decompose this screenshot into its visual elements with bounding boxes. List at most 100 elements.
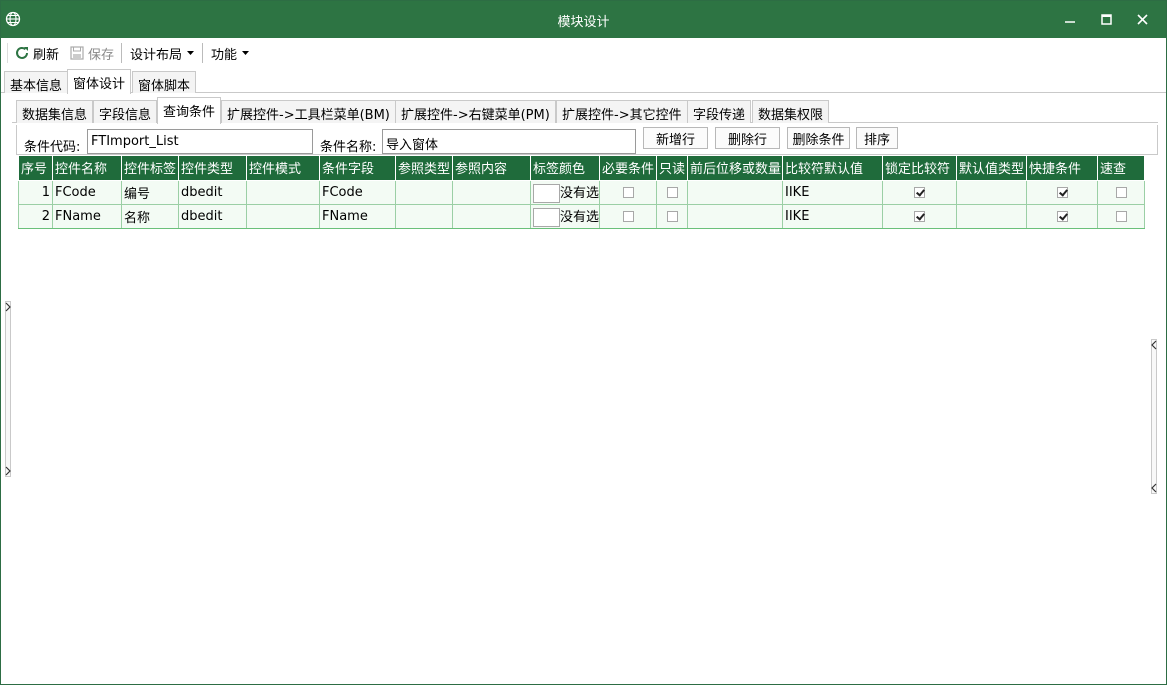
condition-name-input[interactable]: 导入窗体 — [382, 129, 636, 154]
add-row-button[interactable]: 新增行 — [643, 127, 708, 149]
column-header[interactable]: 必要条件 — [599, 156, 657, 181]
tab-dataset-info[interactable]: 数据集信息 — [16, 100, 94, 123]
table-row[interactable]: 1 FCode 编号 dbedit FCode 没有选 IIKE — [18, 179, 1145, 205]
cell-type[interactable]: dbedit — [178, 179, 247, 205]
lock-compare-checkbox[interactable] — [914, 210, 925, 222]
cell-fast[interactable] — [1097, 203, 1145, 229]
cell-compare-default[interactable]: IIKE — [782, 179, 883, 205]
delete-row-button[interactable]: 删除行 — [715, 127, 780, 149]
cell-ref-type[interactable] — [395, 179, 453, 205]
column-header[interactable]: 比较符默认值 — [782, 156, 883, 181]
chevron-right-icon — [5, 466, 11, 476]
delete-condition-button[interactable]: 删除条件 — [787, 127, 850, 149]
cell-mode[interactable] — [246, 203, 320, 229]
color-swatch[interactable] — [533, 183, 560, 203]
condition-name-label: 条件名称: — [320, 140, 377, 155]
column-header[interactable]: 快捷条件 — [1026, 156, 1098, 181]
column-header[interactable]: 前后位移或数量 — [687, 156, 783, 181]
column-header[interactable]: 速查 — [1097, 156, 1145, 181]
cell-name[interactable]: FName — [52, 203, 122, 229]
table-row[interactable]: 2 FName 名称 dbedit FName 没有选 IIKE — [18, 203, 1145, 229]
tab-basic-info[interactable]: 基本信息 — [4, 71, 69, 94]
column-header[interactable]: 只读 — [656, 156, 688, 181]
minimize-icon — [1065, 21, 1075, 23]
cell-label-color[interactable]: 没有选 — [530, 203, 600, 229]
cell-type[interactable]: dbedit — [178, 203, 247, 229]
color-swatch[interactable] — [533, 207, 560, 227]
chevron-left-icon — [1151, 483, 1157, 493]
column-header[interactable]: 序号 — [18, 156, 53, 181]
column-header[interactable]: 控件标签 — [121, 156, 179, 181]
quick-checkbox[interactable] — [1056, 186, 1068, 198]
tab-dataset-permission[interactable]: 数据集权限 — [752, 100, 830, 123]
tab-other-controls[interactable]: 扩展控件->其它控件 — [556, 100, 688, 123]
column-header[interactable]: 控件模式 — [246, 156, 320, 181]
cell-default-type[interactable] — [956, 203, 1027, 229]
left-splitter-handle[interactable] — [5, 301, 11, 477]
cell-required[interactable] — [599, 203, 657, 229]
minimize-button[interactable] — [1055, 7, 1085, 31]
tab-form-design[interactable]: 窗体设计 — [67, 69, 132, 94]
tab-field-transfer[interactable]: 字段传递 — [687, 100, 752, 123]
required-checkbox[interactable] — [622, 186, 634, 198]
cell-offset[interactable] — [687, 203, 783, 229]
column-header[interactable]: 控件类型 — [178, 156, 247, 181]
cell-default-type[interactable] — [956, 179, 1027, 205]
chevron-left-icon — [1151, 340, 1157, 350]
column-header[interactable]: 参照类型 — [395, 156, 453, 181]
cell-label-color[interactable]: 没有选 — [530, 179, 600, 205]
cell-required[interactable] — [599, 179, 657, 205]
cell-field[interactable]: FCode — [319, 179, 396, 205]
cell-offset[interactable] — [687, 179, 783, 205]
maximize-button[interactable] — [1091, 7, 1121, 31]
column-header[interactable]: 锁定比较符 — [882, 156, 957, 181]
cell-seq[interactable]: 1 — [18, 179, 53, 205]
close-button[interactable] — [1127, 7, 1157, 31]
tab-field-info[interactable]: 字段信息 — [93, 100, 158, 123]
cell-ref-type[interactable] — [395, 203, 453, 229]
required-checkbox[interactable] — [622, 210, 634, 222]
cell-field[interactable]: FName — [319, 203, 396, 229]
column-header[interactable]: 标签颜色 — [530, 156, 600, 181]
column-header[interactable]: 条件字段 — [319, 156, 396, 181]
cell-readonly[interactable] — [656, 179, 688, 205]
column-header[interactable]: 参照内容 — [452, 156, 531, 181]
design-layout-menu[interactable]: 设计布局 — [130, 44, 196, 63]
readonly-checkbox[interactable] — [666, 210, 678, 222]
cell-quick[interactable] — [1026, 203, 1098, 229]
cell-readonly[interactable] — [656, 203, 688, 229]
column-header[interactable]: 默认值类型 — [956, 156, 1027, 181]
refresh-button[interactable]: 刷新 — [14, 44, 59, 63]
cell-ref-content[interactable] — [452, 179, 531, 205]
cell-fast[interactable] — [1097, 179, 1145, 205]
cell-name[interactable]: FCode — [52, 179, 122, 205]
quick-checkbox[interactable] — [1056, 210, 1068, 222]
readonly-checkbox[interactable] — [666, 186, 678, 198]
cell-seq[interactable]: 2 — [18, 203, 53, 229]
cell-lock-compare[interactable] — [882, 203, 957, 229]
lock-compare-checkbox[interactable] — [914, 186, 925, 198]
toolbar-separator — [121, 43, 122, 63]
cell-quick[interactable] — [1026, 179, 1098, 205]
tab-context-menu[interactable]: 扩展控件->右键菜单(PM) — [395, 100, 556, 123]
cell-lock-compare[interactable] — [882, 179, 957, 205]
function-menu[interactable]: 功能 — [211, 44, 251, 63]
fast-lookup-checkbox[interactable] — [1115, 186, 1127, 198]
tab-form-script[interactable]: 窗体脚本 — [132, 71, 197, 94]
condition-code-input[interactable]: FTImport_List — [87, 129, 313, 154]
conditions-grid: 序号 控件名称 控件标签 控件类型 控件模式 条件字段 参照类型 参照内容 标签… — [18, 156, 1145, 229]
window-title: 模块设计 — [557, 15, 610, 30]
cell-label[interactable]: 名称 — [121, 203, 179, 229]
sort-button[interactable]: 排序 — [856, 127, 898, 149]
cell-compare-default[interactable]: IIKE — [782, 203, 883, 229]
tab-query-conditions[interactable]: 查询条件 — [157, 97, 222, 124]
cell-label[interactable]: 编号 — [121, 179, 179, 205]
maximize-icon — [1100, 13, 1112, 25]
cell-mode[interactable] — [246, 179, 320, 205]
tab-toolbar-menu[interactable]: 扩展控件->工具栏菜单(BM) — [221, 100, 396, 123]
column-header[interactable]: 控件名称 — [52, 156, 122, 181]
cell-ref-content[interactable] — [452, 203, 531, 229]
right-splitter-handle[interactable] — [1151, 339, 1157, 494]
save-button[interactable]: 保存 — [69, 44, 114, 63]
fast-lookup-checkbox[interactable] — [1115, 210, 1127, 222]
